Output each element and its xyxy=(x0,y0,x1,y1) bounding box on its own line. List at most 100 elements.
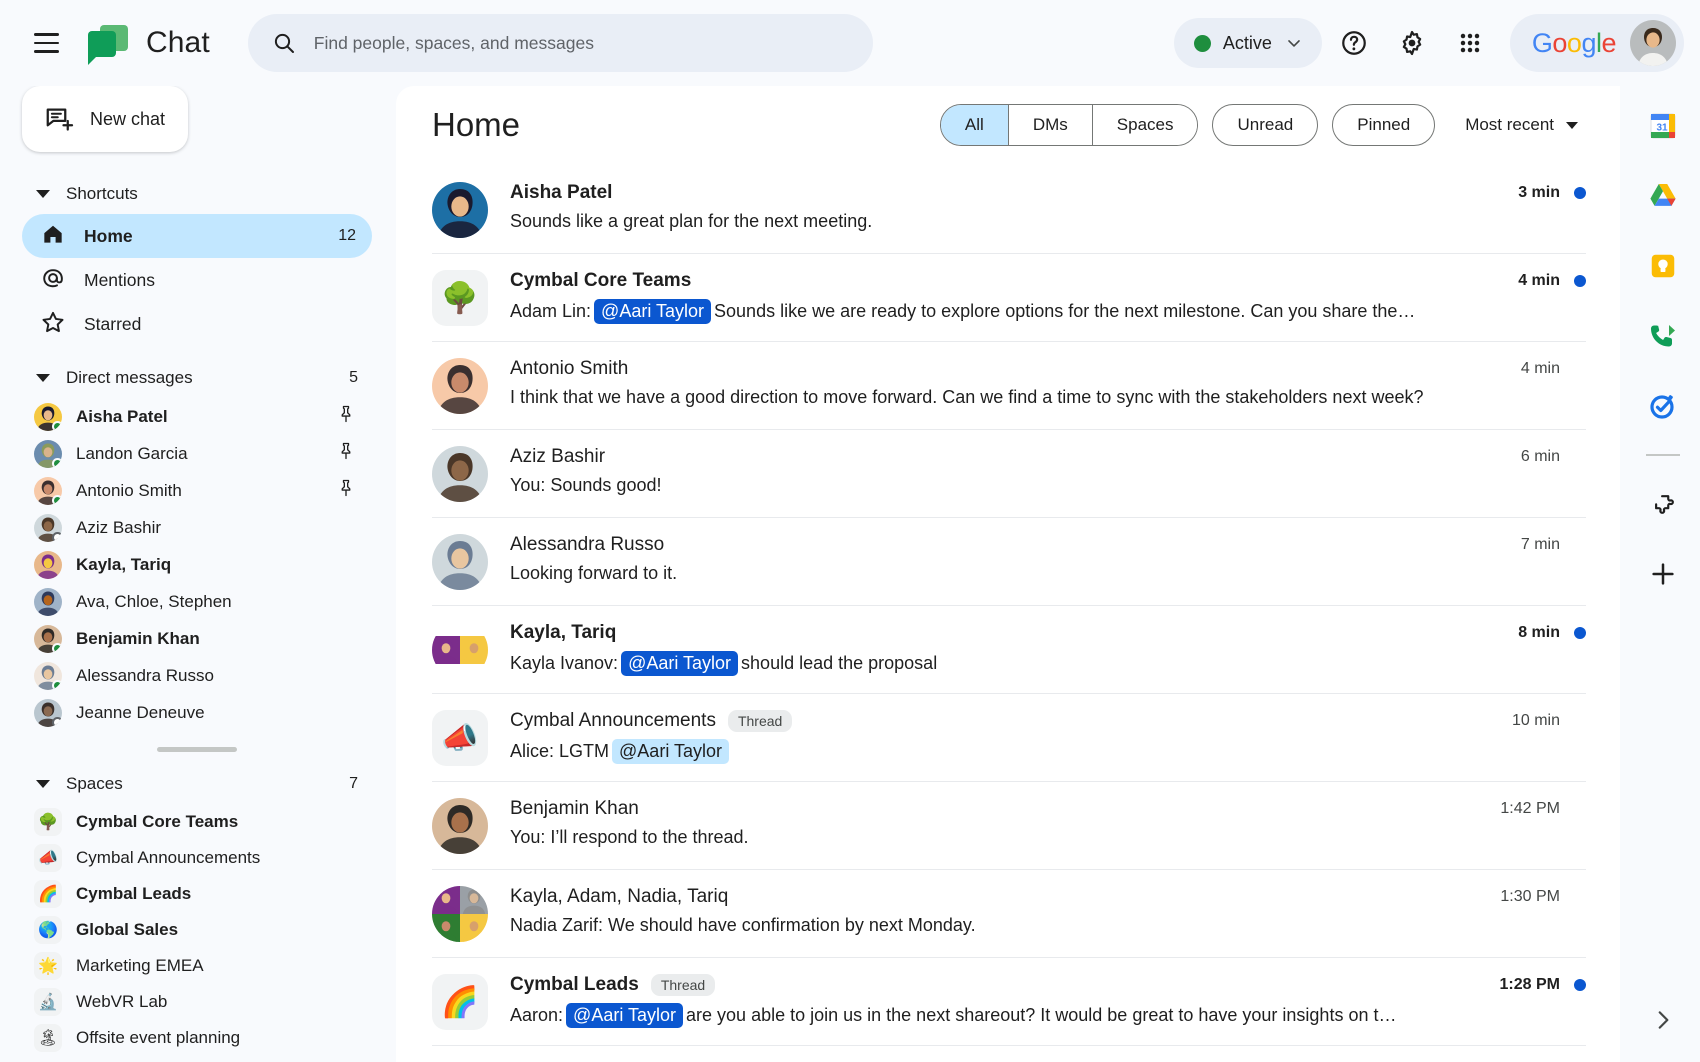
pin-icon xyxy=(341,405,351,423)
dm-item[interactable]: Ava, Chloe, Stephen xyxy=(22,583,372,620)
dm-item[interactable]: Landon Garcia xyxy=(22,435,372,472)
conversation-row[interactable]: Kayla, Tariq 8 min Kayla Ivanov: @Aari Tayl… xyxy=(432,606,1586,694)
conversation-list[interactable]: Aisha Patel 3 min Sounds like a great plan… xyxy=(396,164,1620,1062)
conversation-row[interactable]: Antonio Smith 4 min I think that we have a… xyxy=(432,342,1586,430)
conversation-name: Cymbal Leads xyxy=(510,974,639,995)
conversation-snippet: I think that we have a good direction to… xyxy=(510,387,1586,408)
conversation-row[interactable]: Benjamin Khan 1:42 PM You: I’ll respond to… xyxy=(432,782,1586,870)
search-input[interactable]: Find people, spaces, and messages xyxy=(247,14,873,72)
dm-item[interactable]: Jeanne Deneuve xyxy=(22,694,372,731)
conversation-row[interactable]: 🌳 Cymbal Core Teams 4 min Adam Lin: @Aari Ta… xyxy=(432,254,1586,342)
filter-tab-spaces[interactable]: Spaces xyxy=(1092,105,1198,145)
space-item[interactable]: 📣 Cymbal Announcements xyxy=(22,840,372,876)
puzzle-piece-icon[interactable] xyxy=(1641,482,1685,526)
sort-dropdown[interactable]: Most recent xyxy=(1449,115,1586,135)
settings-button[interactable] xyxy=(1386,17,1438,69)
hamburger-menu-icon[interactable] xyxy=(22,19,70,67)
space-item[interactable]: 🌈 Cymbal Leads xyxy=(22,876,372,912)
dm-item[interactable]: Aziz Bashir xyxy=(22,509,372,546)
dm-item-label: Antonio Smith xyxy=(76,480,182,500)
mention-chip: @Aari Taylor xyxy=(612,739,730,764)
dm-item[interactable]: Alessandra Russo xyxy=(22,657,372,694)
google-drive-icon[interactable] xyxy=(1641,174,1685,218)
google-tasks-icon[interactable] xyxy=(1641,384,1685,428)
conversation-row[interactable]: 📣 Cymbal Announcements Thread 10 min Alice: … xyxy=(432,694,1586,782)
section-header-direct-messages[interactable]: Direct messages 5 xyxy=(22,358,372,398)
conversation-snippet: You: Sounds good! xyxy=(510,475,1586,496)
snippet-text: You: I’ll respond to the thread. xyxy=(510,827,749,847)
chevron-right-icon[interactable] xyxy=(1643,1000,1683,1040)
apps-button[interactable] xyxy=(1444,17,1496,69)
filter-tab-dms[interactable]: DMs xyxy=(1008,105,1093,145)
dm-item[interactable]: Aisha Patel xyxy=(22,398,372,435)
pin-icon[interactable] xyxy=(336,404,356,429)
sidebar-item-home[interactable]: Home 12 xyxy=(22,214,372,258)
avatar-image xyxy=(432,358,488,414)
conversation-body: Aziz Bashir 6 min You: Sounds good! xyxy=(510,446,1586,496)
space-emoji-icon: 🌳 xyxy=(34,808,62,836)
space-item[interactable]: 🌟 Marketing EMEA xyxy=(22,948,372,984)
conversation-timestamp: 1:42 PM xyxy=(1500,800,1560,817)
conversation-snippet: Aaron: @Aari Taylor are you able to join u… xyxy=(510,1003,1586,1028)
space-emoji-icon: 🌎 xyxy=(34,916,62,944)
dm-item[interactable]: Benjamin Khan xyxy=(22,620,372,657)
account-pill[interactable]: Google xyxy=(1509,14,1684,72)
sidebar-item-mentions[interactable]: Mentions xyxy=(22,258,372,302)
sidebar-resize-handle[interactable] xyxy=(157,747,237,752)
google-calendar-icon[interactable]: 31 xyxy=(1641,104,1685,148)
plus-icon[interactable] xyxy=(1641,552,1685,596)
conversation-body: Cymbal Announcements Thread 10 min Alice: L… xyxy=(510,710,1586,764)
space-item[interactable]: 🌎 Global Sales xyxy=(22,912,372,948)
presence-away-icon xyxy=(52,716,62,727)
snippet-sender: Aaron: xyxy=(510,1005,564,1025)
conversation-row[interactable]: 🌈 Cymbal Leads Thread 1:28 PM Aaron: @Aari Ta… xyxy=(432,958,1586,1046)
space-item-label: Offsite event planning xyxy=(76,1028,241,1047)
conversation-row[interactable]: Aziz Bashir 6 min You: Sounds good! xyxy=(432,430,1586,518)
new-chat-button[interactable]: New chat xyxy=(22,86,188,152)
conversation-header: Aziz Bashir 6 min xyxy=(510,446,1586,468)
group-avatar xyxy=(432,622,488,678)
conversation-header: Cymbal Core Teams 4 min xyxy=(510,270,1586,292)
sidebar-item-label: Home xyxy=(84,225,133,246)
pin-icon[interactable] xyxy=(336,478,356,503)
unread-dot-icon xyxy=(1574,275,1586,287)
google-voice-icon[interactable] xyxy=(1641,314,1685,358)
space-item[interactable]: 🏝 Offsite event planning xyxy=(22,1020,372,1056)
snippet-text: should lead the proposal xyxy=(741,653,938,673)
filter-tab-all[interactable]: All xyxy=(940,105,1009,145)
google-keep-icon[interactable] xyxy=(1641,244,1685,288)
pin-icon[interactable] xyxy=(336,441,356,466)
conversation-row[interactable]: Aisha Patel 3 min Sounds like a great plan… xyxy=(432,164,1586,254)
pin-icon xyxy=(341,442,351,460)
space-emoji-icon: 🔬 xyxy=(34,988,62,1016)
filter-pinned-button[interactable]: Pinned xyxy=(1332,104,1436,146)
avatar[interactable] xyxy=(1630,20,1676,66)
conversation-timestamp: 6 min xyxy=(1520,448,1560,465)
sidebar-item-starred[interactable]: Starred xyxy=(22,302,372,346)
space-item[interactable]: 🌳 Cymbal Core Teams xyxy=(22,804,372,840)
avatar-image xyxy=(460,886,488,914)
space-emoji-icon: 📣 xyxy=(34,844,62,872)
section-header-spaces[interactable]: Spaces 7 xyxy=(22,764,372,804)
conversation-meta: 1:28 PM xyxy=(1484,976,1586,994)
dm-item-label: Kayla, Tariq xyxy=(76,554,172,574)
dm-item[interactable]: Antonio Smith xyxy=(22,472,372,509)
section-header-shortcuts[interactable]: Shortcuts xyxy=(22,174,372,214)
conversation-snippet: Looking forward to it. xyxy=(510,563,1586,584)
space-item[interactable]: 🔬 WebVR Lab xyxy=(22,984,372,1020)
filter-unread-button[interactable]: Unread xyxy=(1212,104,1319,146)
mention-chip: @Aari Taylor xyxy=(594,299,712,324)
dm-item[interactable]: Kayla, Tariq xyxy=(22,546,372,583)
space-item-label: Cymbal Leads xyxy=(76,884,192,903)
status-button[interactable]: Active xyxy=(1173,18,1322,68)
space-item-label: Marketing EMEA xyxy=(76,956,204,975)
shortcuts-list: Home 12 Mentions Starred xyxy=(22,214,372,346)
conversation-header: Alessandra Russo 7 min xyxy=(510,534,1586,556)
avatar-image xyxy=(432,534,488,590)
snippet-text: are you able to join us in the next shar… xyxy=(686,1005,1397,1025)
unread-dot-icon xyxy=(1574,627,1586,639)
top-bar: Chat Find people, spaces, and messages A… xyxy=(0,0,1700,86)
help-button[interactable] xyxy=(1328,17,1380,69)
conversation-row[interactable]: Kayla, Adam, Nadia, Tariq 1:30 PM Nadia Za… xyxy=(432,870,1586,958)
conversation-row[interactable]: Alessandra Russo 7 min Looking forward to … xyxy=(432,518,1586,606)
